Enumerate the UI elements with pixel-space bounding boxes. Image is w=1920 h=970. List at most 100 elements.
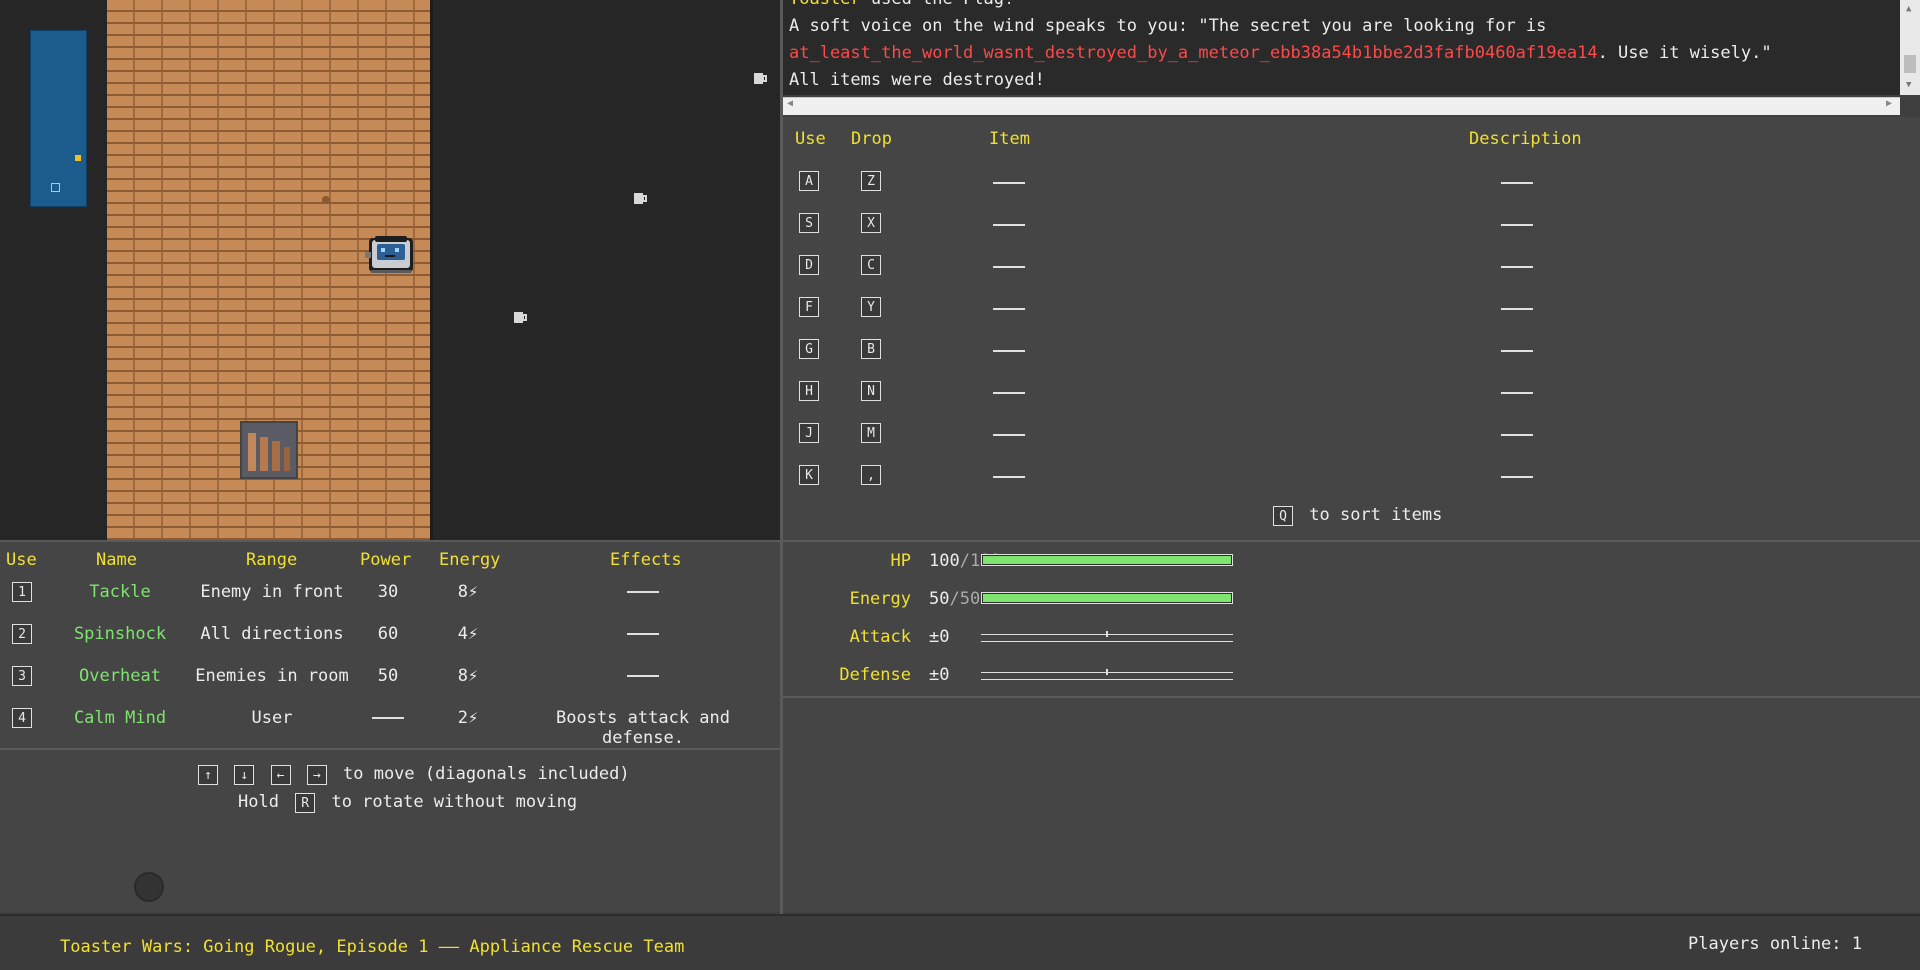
hp-bar — [981, 554, 1233, 566]
move-effects — [510, 624, 776, 644]
moves-header-energy: Energy — [439, 550, 501, 570]
move-energy: 8⚡ — [457, 666, 479, 686]
description-empty — [1501, 350, 1533, 352]
move-row[interactable]: 1 Tackle Enemy in front 30 8⚡ — [0, 578, 780, 608]
log-vertical-scrollbar[interactable]: ▲ ▼ — [1900, 0, 1920, 95]
description-empty — [1501, 434, 1533, 436]
drop-item-key[interactable]: M — [861, 423, 881, 443]
divider — [783, 696, 1920, 698]
door-marker — [51, 183, 60, 192]
mug-icon — [514, 312, 527, 323]
move-name: Calm Mind — [73, 708, 167, 728]
game-title: Toaster Wars: Going Rogue, Episode 1 —— … — [60, 937, 685, 957]
energy-value: 50/50 — [929, 589, 981, 609]
move-key[interactable]: 1 — [12, 582, 32, 602]
move-power: 30 — [377, 582, 399, 602]
move-range: Enemy in front — [200, 582, 344, 602]
secret-text: at_least_the_world_wasnt_destroyed_by_a_… — [789, 43, 1598, 63]
use-item-key[interactable]: H — [799, 381, 819, 401]
drop-item-key[interactable]: Z — [861, 171, 881, 191]
item-empty — [993, 434, 1025, 436]
drop-item-key[interactable]: X — [861, 213, 881, 233]
use-item-key[interactable]: S — [799, 213, 819, 233]
sort-hint: Q to sort items — [1273, 505, 1442, 526]
inventory-row: GB — [783, 335, 1920, 365]
move-energy: 4⚡ — [457, 624, 479, 644]
cursor-indicator-icon — [134, 872, 164, 902]
drop-item-key[interactable]: , — [861, 465, 881, 485]
mug-icon — [634, 193, 647, 204]
hp-label: HP — [890, 551, 911, 571]
rotate-help: Hold R to rotate without moving — [238, 792, 578, 813]
move-energy: 8⚡ — [457, 582, 479, 602]
item-empty — [993, 224, 1025, 226]
effects-empty — [627, 633, 659, 635]
log-horizontal-scrollbar[interactable]: ◀ ▶ — [783, 97, 1900, 115]
inventory-row: JM — [783, 419, 1920, 449]
arrow-down-key: ↓ — [234, 765, 255, 785]
use-item-key[interactable]: F — [799, 297, 819, 317]
inventory-header-use: Use — [795, 129, 826, 149]
move-row[interactable]: 4 Calm Mind User 2⚡ Boosts attack and defens… — [0, 704, 780, 748]
players-online: Players online: 1 — [1688, 934, 1862, 954]
move-key[interactable]: 2 — [12, 624, 32, 644]
effects-empty — [627, 675, 659, 677]
drop-item-key[interactable]: B — [861, 339, 881, 359]
move-effects — [510, 666, 776, 686]
drop-item-key[interactable]: Y — [861, 297, 881, 317]
description-empty — [1501, 266, 1533, 268]
move-help: ↑ ↓ ← → to move (diagonals included) — [198, 764, 630, 785]
moves-header-use: Use — [6, 550, 37, 570]
drop-item-key[interactable]: N — [861, 381, 881, 401]
description-empty — [1501, 308, 1533, 310]
move-range: Enemies in room — [195, 666, 349, 686]
inventory-header-drop: Drop — [851, 129, 892, 149]
dungeon-map[interactable] — [0, 0, 780, 540]
inventory-row: SX — [783, 209, 1920, 239]
move-row[interactable]: 3 Overheat Enemies in room 50 8⚡ — [0, 662, 780, 692]
status-footer: Toaster Wars: Going Rogue, Episode 1 —— … — [0, 914, 1920, 970]
moves-header-name: Name — [96, 550, 137, 570]
move-key[interactable]: 3 — [12, 666, 32, 686]
log-line: Toaster used the Flag! — [789, 0, 1903, 13]
inventory-row: K, — [783, 461, 1920, 491]
item-empty — [993, 392, 1025, 394]
sort-key[interactable]: Q — [1273, 506, 1293, 526]
move-power — [348, 708, 428, 728]
stairs-icon — [240, 421, 298, 479]
use-item-key[interactable]: J — [799, 423, 819, 443]
rotate-key: R — [295, 793, 316, 813]
description-empty — [1501, 224, 1533, 226]
log-line: A soft voice on the wind speaks to you: … — [789, 16, 1547, 36]
message-log[interactable]: Toaster used the Flag! A soft voice on t… — [783, 0, 1903, 95]
move-row[interactable]: 2 Spinshock All directions 60 4⚡ — [0, 620, 780, 650]
move-power: 60 — [377, 624, 399, 644]
description-empty — [1501, 392, 1533, 394]
item-empty — [993, 266, 1025, 268]
arrow-right-key: → — [306, 765, 327, 785]
drop-item-key[interactable]: C — [861, 255, 881, 275]
use-item-key[interactable]: A — [799, 171, 819, 191]
use-item-key[interactable]: G — [799, 339, 819, 359]
item-empty — [993, 476, 1025, 478]
moves-panel: Use Name Range Power Energy Effects 1 Tac… — [0, 542, 780, 912]
door-knob — [75, 155, 81, 161]
use-item-key[interactable]: D — [799, 255, 819, 275]
item-empty — [993, 182, 1025, 184]
door — [30, 30, 87, 207]
item-empty — [993, 308, 1025, 310]
log-line: at_least_the_world_wasnt_destroyed_by_a_… — [789, 43, 1772, 63]
moves-header-range: Range — [246, 550, 298, 570]
mug-icon — [754, 73, 767, 84]
arrow-left-key: ← — [270, 765, 291, 785]
move-power: 50 — [377, 666, 399, 686]
use-item-key[interactable]: K — [799, 465, 819, 485]
move-effects — [510, 582, 776, 602]
move-key[interactable]: 4 — [12, 708, 32, 728]
inventory-row: AZ — [783, 167, 1920, 197]
stats-panel: HP 100/100 Energy 50/50 Attack ±0 Defens… — [783, 542, 1920, 912]
move-range: User — [251, 708, 293, 728]
defense-value: ±0 — [929, 665, 950, 685]
move-energy: 2⚡ — [457, 708, 479, 728]
defense-label: Defense — [839, 665, 911, 685]
